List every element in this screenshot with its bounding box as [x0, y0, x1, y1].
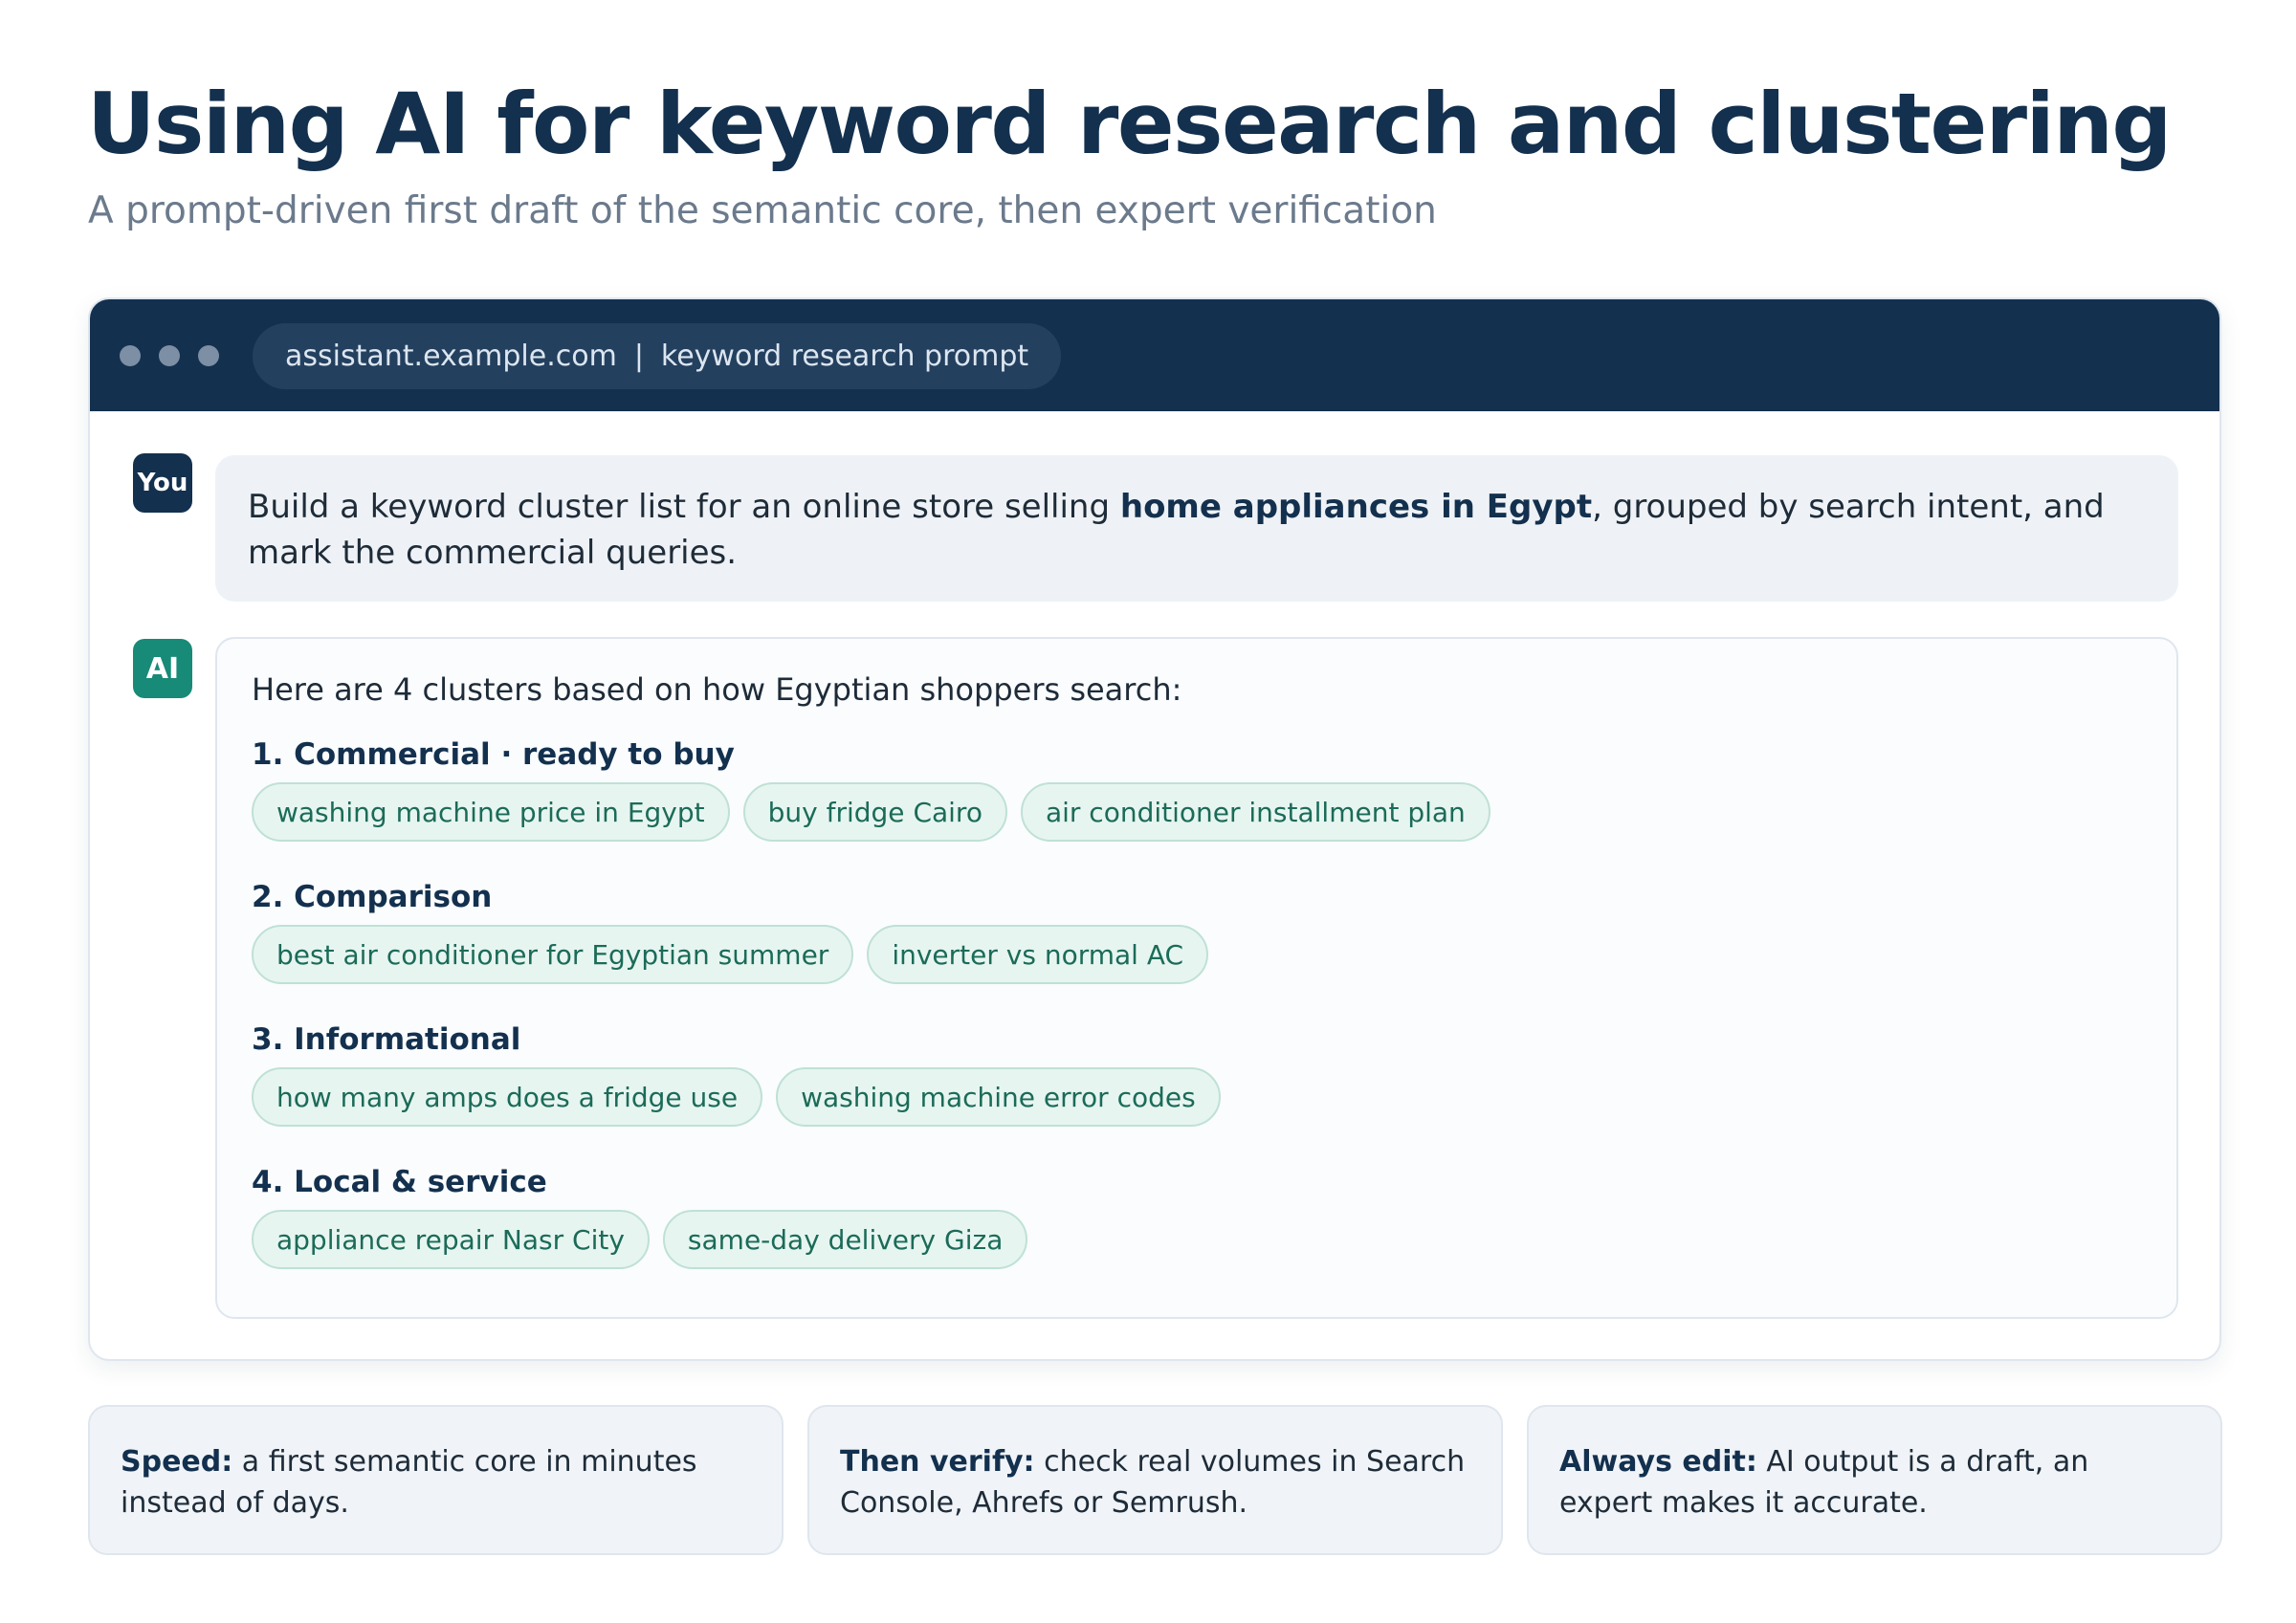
cluster-keywords-informational: how many amps does a fridge use washing … — [252, 1067, 1221, 1127]
page: Using AI for keyword research and cluste… — [0, 0, 2296, 1623]
address-url: assistant.example.com — [285, 340, 617, 373]
page-subtitle: A prompt-driven first draft of the seman… — [88, 189, 1437, 232]
note-card-speed: Speed: a first semantic core in minutes … — [88, 1405, 784, 1555]
ai-avatar: AI — [133, 639, 192, 698]
ai-intro-text: Here are 4 clusters based on how Egyptia… — [252, 671, 1182, 708]
user-message-text: Build a keyword cluster list for an onli… — [248, 488, 1120, 526]
keyword-chip[interactable]: same-day delivery Giza — [662, 1210, 1028, 1269]
cluster-title-informational: 3. Informational — [252, 1022, 521, 1057]
address-separator: | — [633, 340, 644, 373]
keyword-chip[interactable]: how many amps does a fridge use — [252, 1067, 763, 1127]
address-page-label: keyword research prompt — [660, 340, 1029, 373]
note-card-verify: Then verify: check real volumes in Searc… — [807, 1405, 1503, 1555]
keyword-chip[interactable]: washing machine error codes — [776, 1067, 1221, 1127]
user-avatar: You — [133, 453, 192, 513]
window-close-dot[interactable] — [120, 345, 141, 366]
cluster-title-comparison: 2. Comparison — [252, 880, 493, 914]
note-label: Then verify: — [840, 1445, 1035, 1479]
keyword-chip[interactable]: inverter vs normal AC — [867, 925, 1209, 984]
keyword-chip[interactable]: best air conditioner for Egyptian summer — [252, 925, 854, 984]
note-label: Always edit: — [1559, 1445, 1757, 1479]
window-maximize-dot[interactable] — [198, 345, 219, 366]
browser-window: assistant.example.com | keyword research… — [88, 297, 2221, 1361]
keyword-chip[interactable]: washing machine price in Egypt — [252, 782, 730, 842]
cluster-keywords-commercial: washing machine price in Egypt buy fridg… — [252, 782, 1490, 842]
keyword-chip[interactable]: air conditioner installment plan — [1020, 782, 1490, 842]
cluster-keywords-comparison: best air conditioner for Egyptian summer… — [252, 925, 1209, 984]
page-title: Using AI for keyword research and cluste… — [87, 75, 2172, 173]
keyword-chip[interactable]: appliance repair Nasr City — [252, 1210, 650, 1269]
note-label: Speed: — [121, 1445, 233, 1479]
keyword-chip[interactable]: buy fridge Cairo — [742, 782, 1007, 842]
user-message: Build a keyword cluster list for an onli… — [215, 455, 2178, 602]
cluster-title-local-service: 4. Local & service — [252, 1165, 547, 1199]
cluster-title-commercial: 1. Commercial · ready to buy — [252, 737, 735, 772]
ai-message: Here are 4 clusters based on how Egyptia… — [215, 637, 2178, 1319]
window-minimize-dot[interactable] — [159, 345, 180, 366]
browser-titlebar: assistant.example.com | keyword research… — [90, 299, 2219, 411]
note-card-edit: Always edit: AI output is a draft, an ex… — [1527, 1405, 2222, 1555]
user-message-highlight: home appliances in Egypt — [1119, 488, 1593, 526]
cluster-keywords-local-service: appliance repair Nasr City same-day deli… — [252, 1210, 1028, 1269]
address-bar[interactable]: assistant.example.com | keyword research… — [253, 323, 1062, 389]
